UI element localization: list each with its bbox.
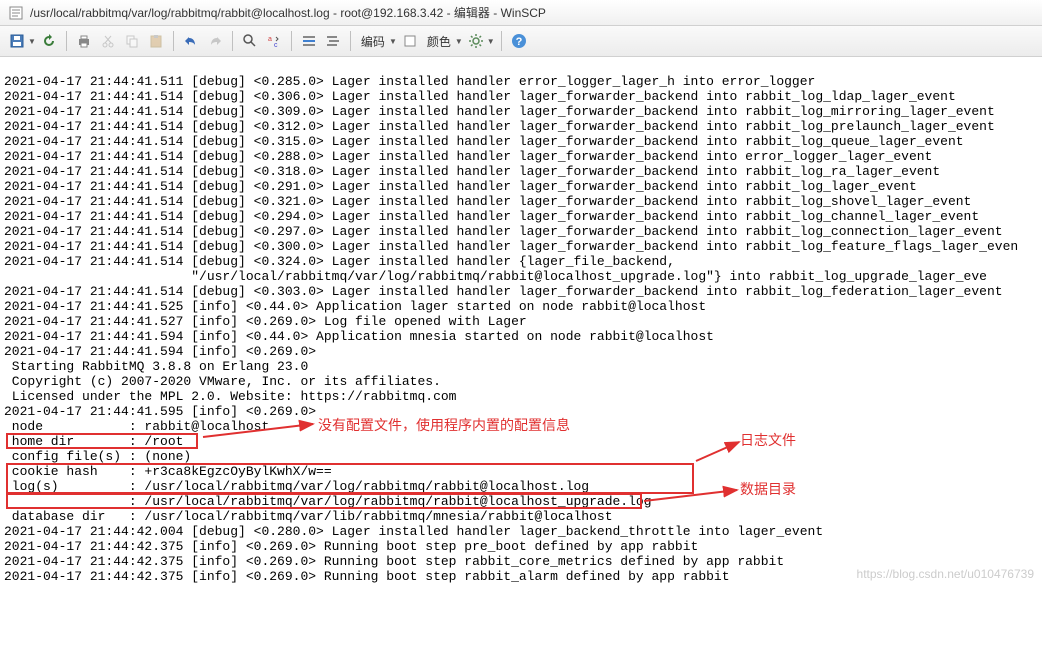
- save-dropdown-arrow[interactable]: ▼: [28, 37, 36, 46]
- find-button[interactable]: [239, 30, 261, 52]
- window-title: /usr/local/rabbitmq/var/log/rabbitmq/rab…: [30, 4, 546, 21]
- format-button[interactable]: [322, 30, 344, 52]
- print-button[interactable]: [73, 30, 95, 52]
- arrow-data-dir: [642, 485, 742, 509]
- app-icon: [8, 5, 24, 21]
- separator: [291, 31, 292, 51]
- separator: [232, 31, 233, 51]
- annotation-no-config: 没有配置文件，使用程序内置的配置信息: [318, 418, 570, 433]
- copy-button[interactable]: [121, 30, 143, 52]
- separator: [350, 31, 351, 51]
- arrow-no-config: [198, 419, 318, 445]
- title-bar: /usr/local/rabbitmq/var/log/rabbitmq/rab…: [0, 0, 1042, 26]
- annotation-log-file: 日志文件: [740, 433, 796, 448]
- separator: [501, 31, 502, 51]
- separator: [66, 31, 67, 51]
- separator: [173, 31, 174, 51]
- highlight-logs: [6, 463, 694, 494]
- color-square[interactable]: [399, 30, 421, 52]
- watermark: https://blog.csdn.net/u010476739: [857, 567, 1034, 582]
- settings-button[interactable]: [465, 30, 487, 52]
- goto-button[interactable]: [298, 30, 320, 52]
- highlight-database: [6, 493, 642, 509]
- redo-button[interactable]: [204, 30, 226, 52]
- encoding-dropdown-arrow[interactable]: ▼: [389, 37, 397, 46]
- save-button[interactable]: [6, 30, 28, 52]
- svg-text:c: c: [274, 42, 278, 49]
- editor-content[interactable]: 2021-04-17 21:44:41.511 [debug] <0.285.0…: [0, 57, 1042, 586]
- annotation-data-dir: 数据目录: [740, 482, 796, 497]
- encoding-label[interactable]: 编码: [357, 33, 389, 50]
- undo-button[interactable]: [180, 30, 202, 52]
- color-label[interactable]: 颜色: [423, 33, 455, 50]
- paste-button[interactable]: [145, 30, 167, 52]
- refresh-button[interactable]: [38, 30, 60, 52]
- color-dropdown-arrow[interactable]: ▼: [455, 37, 463, 46]
- cut-button[interactable]: [97, 30, 119, 52]
- help-button[interactable]: ?: [508, 30, 530, 52]
- toolbar: ▼ ac 编码 ▼ 颜色 ▼ ▼ ?: [0, 26, 1042, 57]
- settings-dropdown-arrow[interactable]: ▼: [487, 37, 495, 46]
- svg-text:a: a: [268, 36, 272, 43]
- replace-button[interactable]: ac: [263, 30, 285, 52]
- arrow-log-file: [694, 439, 744, 468]
- highlight-config: [6, 433, 198, 449]
- svg-text:?: ?: [515, 36, 522, 48]
